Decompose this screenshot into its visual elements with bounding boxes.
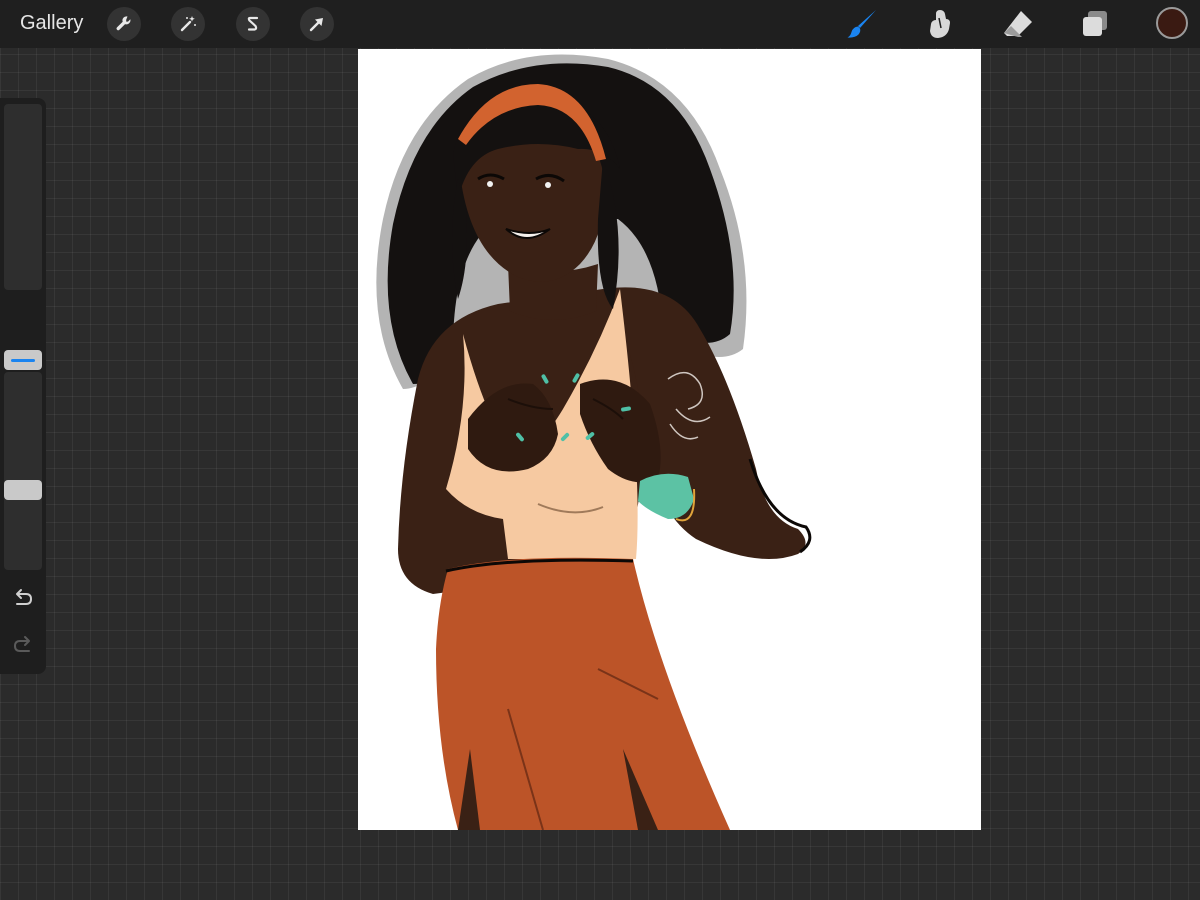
size-thumb-accent	[11, 358, 35, 362]
smudge-tool-button[interactable]	[921, 6, 957, 42]
layers-button[interactable]	[1077, 6, 1113, 42]
actions-button[interactable]	[107, 7, 141, 41]
brush-tool-button[interactable]	[844, 6, 880, 42]
magic-wand-icon	[180, 16, 196, 32]
eraser-tool-button[interactable]	[1000, 6, 1036, 42]
adjustments-button[interactable]	[171, 7, 205, 41]
transform-button[interactable]	[300, 7, 334, 41]
color-picker-swatch[interactable]	[1156, 7, 1188, 39]
brush-size-thumb[interactable]	[4, 350, 42, 370]
left-sidebar	[0, 98, 46, 674]
top-toolbar: Gallery	[0, 0, 1200, 48]
selection-s-icon	[247, 16, 259, 31]
brush-opacity-thumb[interactable]	[4, 480, 42, 500]
brush-size-slider[interactable]	[4, 104, 42, 290]
selection-button[interactable]	[236, 7, 270, 41]
artwork-illustration	[376, 54, 812, 830]
wrench-icon	[116, 16, 131, 31]
brush-opacity-slider[interactable]	[4, 372, 42, 570]
eraser-icon	[1004, 11, 1032, 37]
transform-arrow-icon	[309, 18, 323, 32]
redo-icon[interactable]	[10, 633, 36, 659]
gallery-button[interactable]: Gallery	[20, 12, 83, 35]
undo-icon[interactable]	[10, 586, 36, 612]
drawing-canvas[interactable]	[358, 49, 981, 830]
brush-icon	[847, 10, 876, 38]
layers-icon	[1083, 11, 1107, 36]
smudge-icon	[930, 10, 950, 38]
